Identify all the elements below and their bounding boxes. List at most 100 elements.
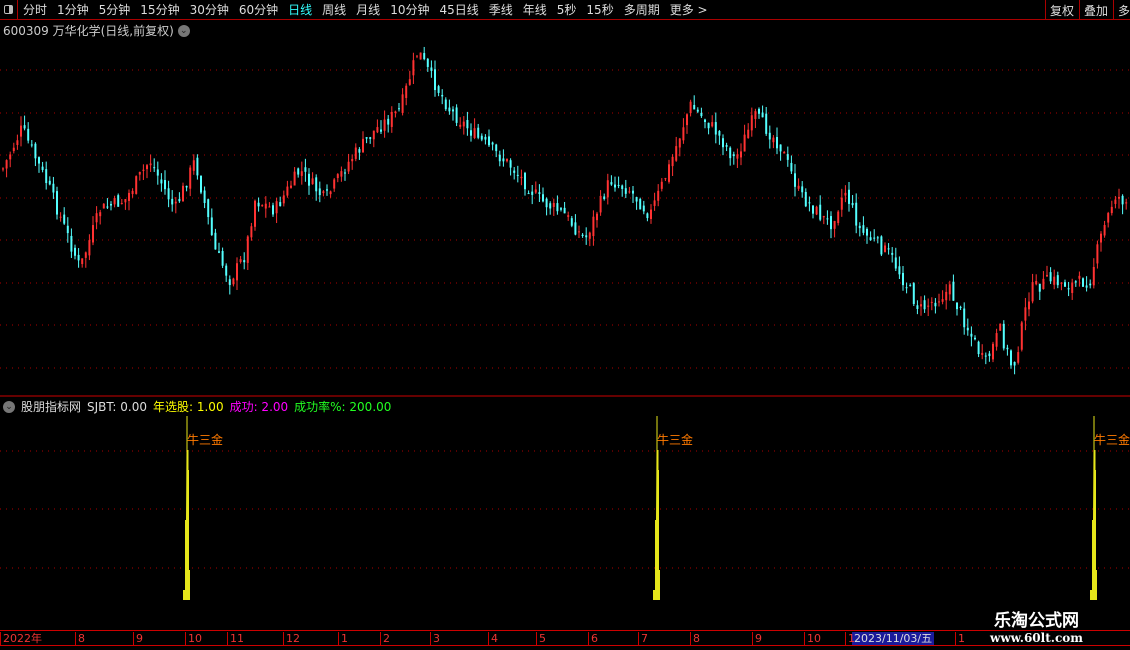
candle-body (560, 208, 562, 210)
candle-body (966, 327, 969, 331)
candle-body (707, 122, 710, 129)
candle-body (1046, 274, 1048, 277)
candle-body (74, 247, 76, 256)
candle-body (171, 198, 174, 205)
chevron-down-icon[interactable]: ⌄ (3, 400, 15, 413)
candle-body (776, 137, 778, 149)
signal-bar (183, 450, 190, 600)
candle-body (664, 178, 667, 180)
candle-body (639, 198, 642, 210)
candle-body (981, 352, 984, 355)
candle-body (945, 291, 948, 301)
candle-body (794, 173, 796, 187)
candle-body (858, 225, 861, 229)
candle-body (743, 134, 746, 152)
candle-body (5, 160, 8, 169)
candle-body (513, 170, 516, 173)
axis-label: 11 (227, 632, 244, 645)
candle-body (1024, 307, 1027, 321)
candle-body (862, 225, 865, 233)
candle-body (682, 127, 685, 141)
candle-body (207, 199, 210, 218)
candle-body (34, 143, 37, 159)
candle-body (480, 135, 483, 140)
candlestick-chart[interactable]: 牛三金 牛三金 牛三金 (0, 0, 1130, 650)
candle-body (102, 203, 105, 209)
candle-body (81, 258, 84, 265)
candle-body (264, 203, 267, 209)
candle-body (254, 200, 256, 227)
candle-body (678, 138, 681, 148)
axis-label: 12 (283, 632, 300, 645)
candle-body (1100, 233, 1102, 243)
candle-body (1121, 195, 1124, 205)
candle-body (77, 254, 80, 261)
candle-body (650, 209, 652, 220)
axis-label: 9 (752, 632, 762, 645)
candle-body (920, 304, 922, 307)
axis-label: 1 (845, 632, 855, 645)
candle-body (297, 168, 300, 175)
signal-label: 牛三金 (657, 432, 693, 447)
candle-body (16, 140, 19, 145)
candle-body (840, 197, 843, 210)
candle-body (603, 196, 606, 199)
candle-body (653, 200, 656, 206)
candle-body (1013, 362, 1016, 366)
candle-body (804, 191, 807, 207)
signal-label: 牛三金 (187, 432, 223, 447)
candle-body (596, 213, 598, 221)
candle-body (552, 202, 555, 207)
candle-body (884, 245, 886, 252)
candle-body (668, 164, 670, 182)
axis-label: 1 (338, 632, 348, 645)
candle-body (1078, 275, 1081, 279)
candle-body (952, 281, 955, 301)
candle-body (344, 172, 346, 174)
candle-body (538, 192, 541, 194)
candle-body (268, 206, 271, 208)
candle-body (498, 154, 501, 162)
candle-body (592, 216, 595, 237)
candle-body (1064, 282, 1066, 287)
indicator-name: 股朋指标网 (21, 400, 82, 414)
candle-body (1103, 225, 1106, 236)
candle-body (1067, 288, 1070, 290)
candle-body (41, 166, 44, 170)
candle-body (833, 221, 836, 229)
axis-label: 7 (638, 632, 648, 645)
candle-body (372, 130, 375, 140)
candle-body (387, 118, 390, 125)
candle-body (63, 214, 66, 224)
candle-body (250, 226, 253, 238)
candle-body (923, 300, 926, 310)
candle-body (887, 248, 890, 250)
candle-body (322, 191, 325, 194)
candle-body (520, 176, 523, 179)
candle-body (99, 212, 102, 217)
axis-label: 8 (75, 632, 85, 645)
candle-body (902, 272, 904, 286)
candle-body (257, 202, 260, 207)
candle-body (286, 186, 289, 196)
candle-body (59, 216, 62, 218)
candle-body (606, 180, 609, 198)
candle-body (484, 136, 487, 140)
candle-body (142, 169, 145, 171)
candle-body (736, 154, 739, 159)
nianxuangu-value: 年选股: 1.00 (153, 400, 224, 414)
candle-body (754, 111, 757, 119)
indicator-legend: ⌄ 股朋指标网 SJBT: 0.00 年选股: 1.00 成功: 2.00 成功… (3, 398, 391, 415)
candle-body (279, 202, 282, 207)
candle-body (128, 192, 130, 201)
candle-body (1114, 199, 1117, 204)
candle-body (182, 185, 184, 202)
candle-body (376, 127, 379, 133)
candle-body (704, 119, 706, 123)
candle-body (261, 205, 264, 207)
candle-body (164, 180, 166, 190)
candle-body (938, 301, 940, 303)
candle-body (916, 305, 919, 309)
candle-body (466, 119, 469, 129)
candle-body (1020, 322, 1023, 350)
